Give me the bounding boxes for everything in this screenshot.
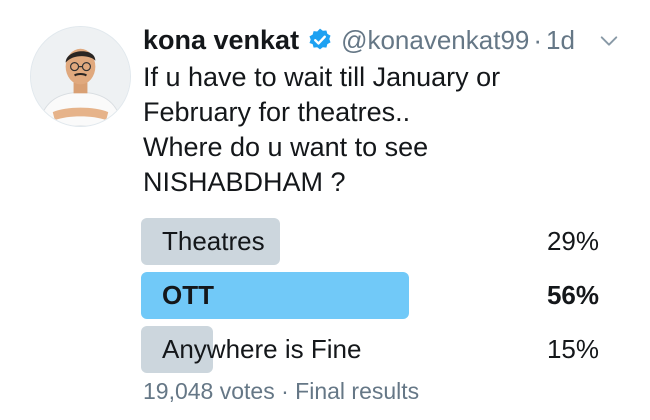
poll-option-label: OTT <box>162 280 214 310</box>
poll-option-label: Theatres <box>162 226 265 256</box>
verified-badge-icon <box>307 27 333 53</box>
tweet[interactable]: kona venkat @konavenkat99 · 1d If u have… <box>0 0 650 420</box>
tweet-text: If u have to wait till January or Februa… <box>143 60 623 200</box>
poll-option-theatres: Theatres 29% <box>141 218 611 265</box>
poll-option-percent: 15% <box>546 334 599 364</box>
display-name[interactable]: kona venkat <box>143 25 299 56</box>
poll-vote-count: 19,048 votes <box>143 378 275 404</box>
poll-option-anywhere: Anywhere is Fine 15% <box>141 326 611 373</box>
avatar-image <box>31 27 130 126</box>
poll-footer-separator: · <box>281 378 289 404</box>
avatar[interactable] <box>30 26 131 127</box>
poll-option-percent: 29% <box>546 226 599 256</box>
tweet-text-line: NISHABDHAM ? <box>143 167 346 197</box>
poll-option-label: Anywhere is Fine <box>162 334 362 364</box>
tweet-text-line: If u have to wait till January or <box>143 62 501 92</box>
header-separator: · <box>533 24 543 55</box>
poll-option-percent: 56% <box>546 280 599 310</box>
poll-status: Final results <box>295 378 420 404</box>
chevron-down-icon[interactable] <box>598 30 620 52</box>
tweet-timestamp[interactable]: 1d <box>546 25 575 56</box>
tweet-header: kona venkat @konavenkat99 · 1d <box>143 22 575 58</box>
poll-option-ott: OTT 56% <box>141 272 611 319</box>
user-handle[interactable]: @konavenkat99 <box>341 25 529 56</box>
tweet-text-line: February for theatres.. <box>143 97 411 127</box>
poll-footer: 19,048 votes · Final results <box>143 378 419 405</box>
tweet-text-line: Where do u want to see <box>143 132 429 162</box>
